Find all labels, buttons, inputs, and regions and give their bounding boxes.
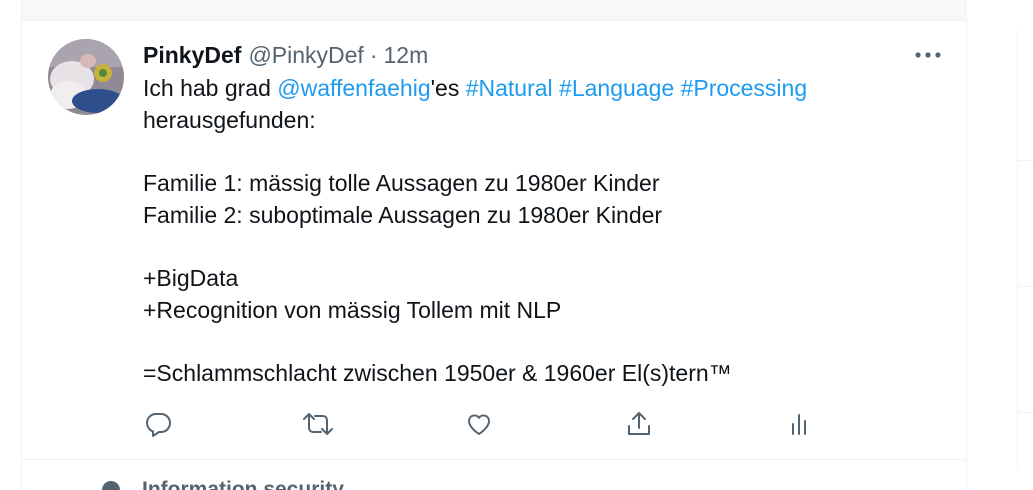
analytics-button[interactable] xyxy=(782,406,816,442)
hashtag-link-natural[interactable]: #Natural xyxy=(466,75,553,101)
tweet-line: +BigData xyxy=(143,265,239,292)
tweet-line: herausgefunden: xyxy=(143,106,316,133)
analytics-icon xyxy=(792,414,806,435)
like-icon xyxy=(467,414,491,435)
hashtag-link-language[interactable]: #Language xyxy=(559,75,674,101)
more-options-button[interactable] xyxy=(914,43,942,67)
sidebar-divider xyxy=(1018,286,1033,287)
topic-label: Information security xyxy=(142,478,344,490)
tweet-text-segment: 'es xyxy=(430,75,466,101)
share-icon xyxy=(628,412,650,435)
header-separator: · xyxy=(369,41,378,68)
timeline-column: PinkyDef @PinkyDef · 12m Ich hab grad @w… xyxy=(21,0,967,490)
tweet-text: Ich hab grad @waffenfaehig'es #Natural #… xyxy=(143,73,943,390)
retweet-button[interactable] xyxy=(301,406,335,442)
timeline-top-strip xyxy=(22,0,966,21)
tweet-text-segment: Ich hab grad xyxy=(143,75,278,101)
tweet-line: Ich hab grad @waffenfaehig'es #Natural #… xyxy=(143,73,943,105)
mention-link[interactable]: @waffenfaehig xyxy=(277,75,430,101)
share-button[interactable] xyxy=(622,406,656,442)
topic-icon xyxy=(102,481,120,490)
tweet-line: Familie 2: suboptimale Aussagen zu 1980e… xyxy=(143,201,663,228)
page: PinkyDef @PinkyDef · 12m Ich hab grad @w… xyxy=(0,0,1033,490)
tweet-header: PinkyDef @PinkyDef · 12m xyxy=(143,40,428,70)
next-timeline-item[interactable]: Information security xyxy=(22,460,966,490)
retweet-icon xyxy=(303,413,333,435)
tweet-line: +Recognition von mässig Tollem mit NLP xyxy=(143,296,562,323)
right-sidebar-edge xyxy=(1017,30,1033,470)
tweet-line: Familie 1: mässig tolle Aussagen zu 1980… xyxy=(143,170,660,197)
tweet-line: =Schlammschlacht zwischen 1950er & 1960e… xyxy=(143,360,732,387)
more-dots-icon xyxy=(915,52,941,58)
sidebar-divider xyxy=(1018,160,1033,161)
reply-icon xyxy=(146,413,171,437)
hashtag-link-processing[interactable]: #Processing xyxy=(681,75,808,101)
sidebar-divider xyxy=(1018,412,1033,413)
display-name[interactable]: PinkyDef xyxy=(143,42,241,69)
avatar-image xyxy=(48,39,124,115)
tweet-actions xyxy=(143,406,863,446)
tweet-timestamp[interactable]: 12m xyxy=(384,42,429,69)
tweet[interactable]: PinkyDef @PinkyDef · 12m Ich hab grad @w… xyxy=(22,21,966,460)
avatar[interactable] xyxy=(48,39,124,115)
reply-button[interactable] xyxy=(141,406,175,442)
like-button[interactable] xyxy=(462,406,496,442)
user-handle[interactable]: @PinkyDef xyxy=(248,42,363,69)
